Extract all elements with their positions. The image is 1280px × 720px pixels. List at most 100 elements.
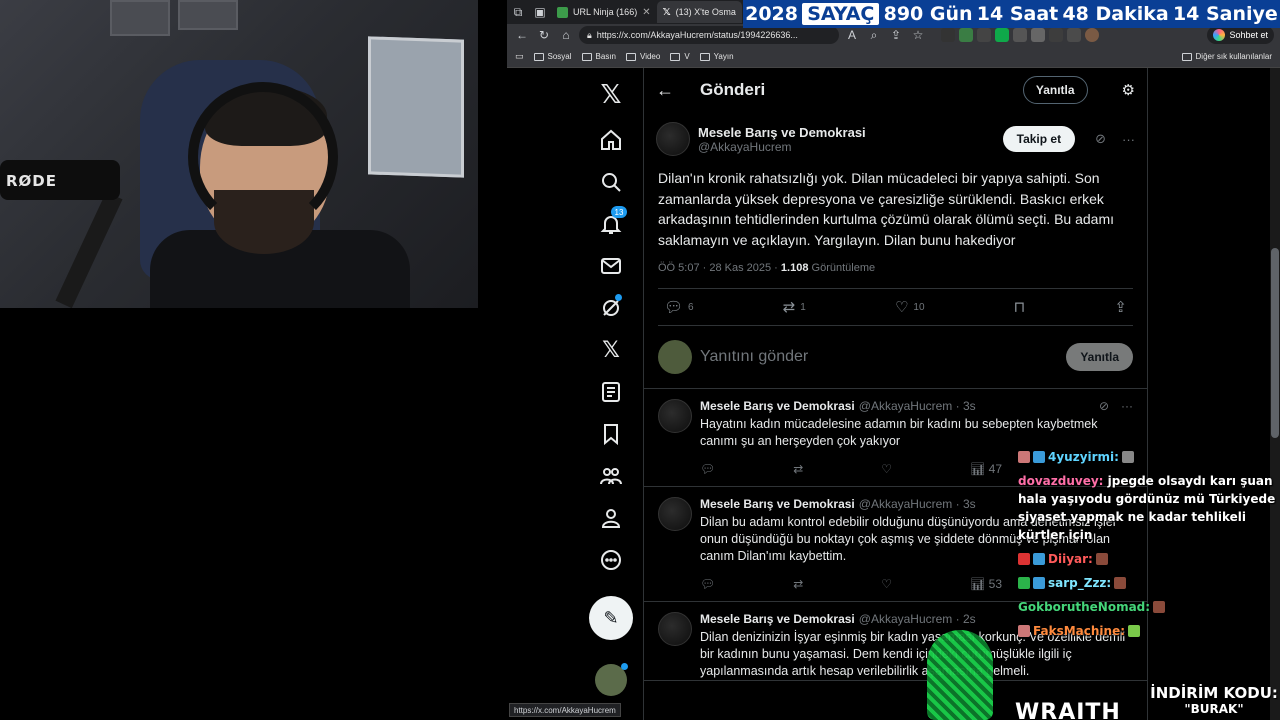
profile-icon	[601, 509, 621, 528]
heart-icon[interactable]: ♡	[881, 462, 892, 476]
author-name[interactable]: Mesele Barış ve Demokrasi	[700, 399, 855, 413]
extension-icon[interactable]	[977, 28, 991, 42]
x-logo-icon[interactable]: 𝕏	[591, 74, 631, 114]
author-avatar[interactable]	[658, 612, 692, 646]
workspaces-icon[interactable]: ⧉	[507, 1, 529, 23]
author-name[interactable]: Mesele Barış ve Demokrasi	[700, 612, 855, 626]
bookmark-folder[interactable]: Video	[626, 52, 660, 61]
bookmark-folder[interactable]: Basın	[581, 52, 616, 61]
extension-icon[interactable]	[959, 28, 973, 42]
folder-icon	[626, 52, 636, 61]
comment-icon[interactable]: 💬︎	[700, 462, 715, 476]
copilot-chat-button[interactable]: Sohbet et	[1207, 26, 1274, 44]
extension-icon[interactable]	[1031, 28, 1045, 42]
nav-notifications[interactable]: 13	[591, 204, 631, 244]
compose-post-button[interactable]: ✎	[589, 596, 633, 640]
share-icon[interactable]: ⇪	[887, 26, 905, 44]
chat-message: GokborutheNomad:	[1018, 598, 1280, 616]
views-action[interactable]: 📊︎ 47	[970, 462, 1002, 476]
zoom-icon[interactable]: ⌕	[865, 26, 883, 44]
author-handle[interactable]: @AkkayaHucrem · 3s	[859, 497, 976, 511]
author-avatar[interactable]	[658, 497, 692, 531]
reply-submit-button[interactable]: Yanıtla	[1066, 343, 1133, 371]
grok-icon[interactable]: ⊘	[1095, 131, 1106, 147]
back-icon[interactable]: ←	[513, 26, 531, 44]
extension-icon[interactable]	[941, 28, 955, 42]
more-icon[interactable]: ···	[1121, 399, 1133, 413]
emote-icon	[1128, 625, 1141, 637]
chat-message: FaksMachine:	[1018, 622, 1280, 640]
scrollbar-thumb[interactable]	[1271, 248, 1279, 438]
heart-icon[interactable]: ♡	[881, 577, 892, 591]
bookmark-folder[interactable]: Yayın	[699, 52, 734, 61]
tab-actions-icon[interactable]: ▣	[529, 1, 551, 23]
star-icon[interactable]: ☆	[909, 26, 927, 44]
nav-more[interactable]	[591, 540, 631, 580]
post-actions: 💬︎ 6 ⇄ 1 ♡ 10 ⊓ ⇪	[658, 288, 1133, 326]
home-icon[interactable]: ⌂	[557, 26, 575, 44]
profile-avatar-icon[interactable]	[1085, 28, 1099, 42]
post-time[interactable]: ÖÖ 5:07 · 28 Kas 2025 ·	[658, 262, 778, 274]
analytics-icon: 📊︎	[970, 577, 986, 591]
like-action[interactable]: ♡ 10	[895, 298, 925, 316]
sliders-icon[interactable]: ⚙︎	[1122, 81, 1135, 99]
repost-icon[interactable]: ⇄	[793, 577, 803, 591]
close-icon[interactable]: ✕	[642, 7, 650, 18]
reply-input[interactable]: Yanıtını gönder	[700, 348, 808, 366]
author-name[interactable]: Mesele Barış ve Demokrasi	[700, 497, 855, 511]
read-aloud-icon[interactable]: A	[843, 26, 861, 44]
author-handle[interactable]: @AkkayaHucrem	[698, 140, 866, 154]
back-arrow-icon[interactable]: ←	[656, 80, 676, 101]
tab-x[interactable]: 𝕏 (13) X'te Osma	[656, 1, 742, 23]
extension-icon[interactable]	[1049, 28, 1063, 42]
other-bookmarks[interactable]: Diğer sık kullanılanlar	[1181, 52, 1272, 61]
badge-icon	[1033, 577, 1045, 589]
nav-messages[interactable]	[591, 246, 631, 286]
bookmark-folder[interactable]: Sosyal	[533, 52, 572, 61]
nav-communities[interactable]	[591, 456, 631, 496]
tab-url-ninja[interactable]: URL Ninja (166) ✕	[551, 1, 657, 23]
badge-icon	[1018, 553, 1030, 565]
nav-home[interactable]	[591, 120, 631, 160]
reply-action[interactable]: 💬︎ 6	[664, 298, 694, 316]
bookmark-action[interactable]: ⊓	[1014, 298, 1026, 316]
author-name[interactable]: Mesele Barış ve Demokrasi	[698, 125, 866, 140]
mic-brand: RØDE	[6, 172, 57, 190]
nav-lists[interactable]	[591, 372, 631, 412]
extension-icon[interactable]	[1013, 28, 1027, 42]
nav-grok[interactable]	[591, 288, 631, 328]
nav-bookmarks[interactable]	[591, 414, 631, 454]
nav-profile[interactable]	[591, 498, 631, 538]
views-action[interactable]: 📊︎ 53	[970, 577, 1002, 591]
more-icon[interactable]: ···	[1122, 132, 1135, 147]
extension-icon[interactable]	[995, 28, 1009, 42]
x-sidebar: 𝕏 13 𝕏 ✎	[585, 68, 637, 720]
author-avatar[interactable]	[656, 122, 690, 156]
author-handle[interactable]: @AkkayaHucrem · 3s	[859, 399, 976, 413]
author-handle[interactable]: @AkkayaHucrem · 2s	[859, 612, 976, 626]
share-action[interactable]: ⇪	[1114, 298, 1127, 316]
sponsor-brand: WRAITH	[1015, 700, 1121, 720]
nav-explore[interactable]	[591, 162, 631, 202]
post-meta: ÖÖ 5:07 · 28 Kas 2025 · 1.108 Görüntülem…	[644, 250, 1147, 274]
reply-header-button[interactable]: Yanıtla	[1022, 76, 1088, 104]
repost-icon[interactable]: ⇄	[793, 462, 803, 476]
extension-icon[interactable]	[1067, 28, 1081, 42]
stream-chat: 4yuzyirmi: dovazduvey: jpegde olsaydı ka…	[1018, 420, 1280, 720]
repost-action[interactable]: ⇄ 1	[783, 298, 806, 316]
account-avatar[interactable]	[595, 663, 628, 696]
author-avatar[interactable]	[658, 399, 692, 433]
comment-icon[interactable]: 💬︎	[700, 577, 715, 591]
url-input[interactable]: 🔒︎ https://x.com/AkkayaHucrem/status/199…	[579, 26, 839, 44]
tab-label: (13) X'te Osma	[675, 7, 736, 17]
refresh-icon[interactable]: ↻	[535, 26, 553, 44]
post-views: 1.108	[780, 262, 809, 274]
chat-username: dovazduvey:	[1018, 474, 1104, 488]
bookmark-manager-icon[interactable]: ▭	[515, 51, 524, 62]
sponsor-mascot-image	[927, 630, 993, 720]
grok-icon[interactable]: ⊘	[1099, 399, 1109, 413]
wall-poster	[368, 36, 464, 178]
nav-premium[interactable]: 𝕏	[591, 330, 631, 370]
bookmark-folder[interactable]: V	[670, 52, 690, 61]
follow-button[interactable]: Takip et	[1002, 126, 1076, 152]
